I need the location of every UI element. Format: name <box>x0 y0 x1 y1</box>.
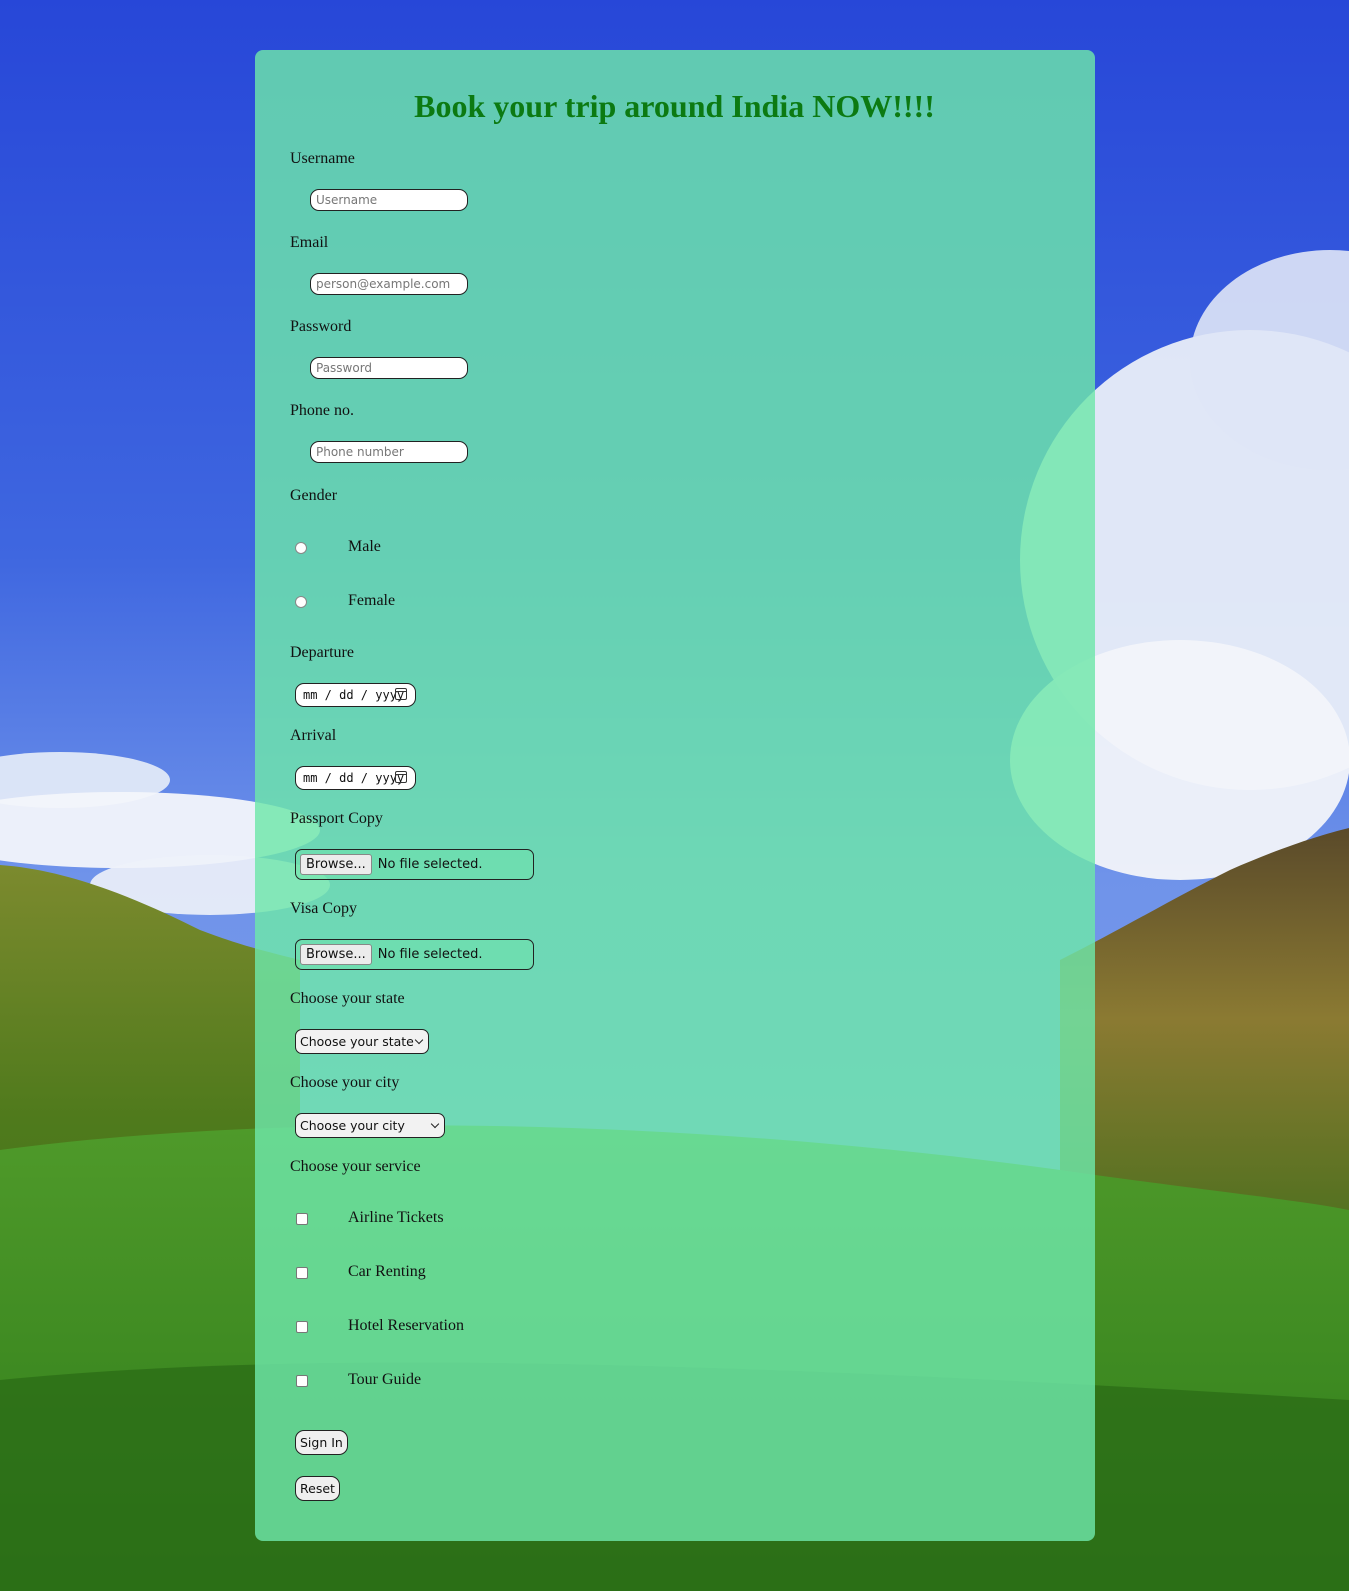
password-input[interactable] <box>310 357 468 379</box>
phone-label: Phone no. <box>290 402 354 419</box>
arrival-date-value: mm / dd / yyyy <box>303 771 405 785</box>
state-select-value: Choose your state <box>300 1034 414 1049</box>
service-guide-checkbox[interactable] <box>296 1375 308 1387</box>
arrival-label: Arrival <box>290 727 337 744</box>
gender-female-label: Female <box>348 592 396 609</box>
arrival-date-input[interactable]: mm / dd / yyyy <box>295 766 416 790</box>
email-input[interactable] <box>310 273 468 295</box>
state-label: Choose your state <box>290 990 405 1007</box>
phone-input[interactable] <box>310 441 468 463</box>
reset-button[interactable]: Reset <box>295 1476 340 1501</box>
sign-in-button[interactable]: Sign In <box>295 1430 348 1455</box>
gender-label: Gender <box>290 487 338 504</box>
gender-male-label: Male <box>348 538 381 555</box>
username-input[interactable] <box>310 189 468 211</box>
service-airline-checkbox[interactable] <box>296 1213 308 1225</box>
service-airline-label: Airline Tickets <box>348 1209 444 1226</box>
page-title: Book your trip around India NOW!!!! <box>414 88 935 124</box>
city-select-value: Choose your city <box>300 1118 405 1133</box>
city-select[interactable]: Choose your city <box>295 1113 445 1138</box>
visa-browse-button[interactable]: Browse... <box>300 944 372 965</box>
service-hotel-checkbox[interactable] <box>296 1321 308 1333</box>
service-car-checkbox[interactable] <box>296 1267 308 1279</box>
visa-label: Visa Copy <box>290 900 358 917</box>
departure-label: Departure <box>290 644 354 661</box>
service-label: Choose your service <box>290 1158 421 1175</box>
passport-label: Passport Copy <box>290 810 383 827</box>
service-car-label: Car Renting <box>348 1263 426 1280</box>
passport-file-status: No file selected. <box>377 857 483 872</box>
service-guide-label: Tour Guide <box>348 1371 422 1388</box>
departure-date-value: mm / dd / yyyy <box>303 688 405 702</box>
gender-male-radio[interactable] <box>295 542 307 554</box>
password-label: Password <box>290 318 352 335</box>
calendar-icon[interactable] <box>395 771 407 783</box>
state-select[interactable]: Choose your state <box>295 1029 429 1054</box>
visa-file-input[interactable]: Browse... No file selected. <box>295 939 534 970</box>
city-label: Choose your city <box>290 1074 400 1091</box>
email-label: Email <box>290 234 329 251</box>
calendar-icon[interactable] <box>395 688 407 700</box>
departure-date-input[interactable]: mm / dd / yyyy <box>295 683 416 707</box>
visa-file-status: No file selected. <box>377 947 483 962</box>
chevron-down-icon <box>430 1119 440 1129</box>
passport-browse-button[interactable]: Browse... <box>300 854 372 875</box>
passport-file-input[interactable]: Browse... No file selected. <box>295 849 534 880</box>
gender-female-radio[interactable] <box>295 596 307 608</box>
username-label: Username <box>290 150 355 167</box>
chevron-down-icon <box>414 1035 424 1045</box>
service-hotel-label: Hotel Reservation <box>348 1317 464 1334</box>
